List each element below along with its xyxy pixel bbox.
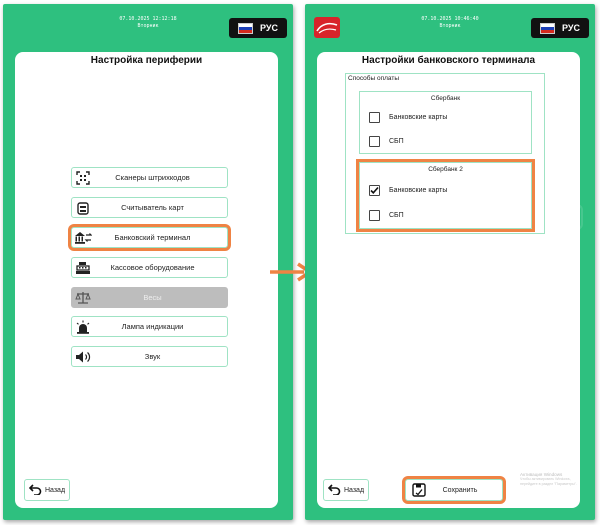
save-button[interactable]: Сохранить <box>405 479 503 501</box>
sbp-checkbox[interactable] <box>369 136 380 147</box>
payment-methods-group: Способы оплаты Сбербанк Банковские карты… <box>345 73 545 234</box>
menu-item-card-reader[interactable]: Считыватель карт <box>71 197 228 218</box>
bank-cards-checkbox[interactable] <box>369 112 380 123</box>
language-label: РУС <box>260 23 278 33</box>
option-row[interactable]: Банковские карты <box>369 185 447 196</box>
page-title: Настройка периферии <box>90 55 203 66</box>
windows-activation-watermark: Активация Windows Чтобы активировать Win… <box>520 472 580 487</box>
cash-register-icon <box>72 258 94 277</box>
menu-item-sound[interactable]: Звук <box>71 346 228 367</box>
bank-cards-checkbox[interactable] <box>369 185 380 196</box>
option-label: СБП <box>389 138 404 145</box>
russian-flag-icon <box>540 22 555 34</box>
barcode-scanner-icon <box>72 168 94 187</box>
scales-icon <box>72 288 94 307</box>
menu-item-barcode-scanners[interactable]: Сканеры штрихкодов <box>71 167 228 188</box>
sberbank-group: Сбербанк Банковские карты СБП <box>359 91 532 154</box>
settings-panel: Настройка периферии Сканеры штрихкодов С… <box>15 52 278 508</box>
option-label: Банковские карты <box>389 187 448 194</box>
language-button[interactable]: РУС <box>531 18 589 38</box>
sbp-checkbox[interactable] <box>369 210 380 221</box>
back-button[interactable]: Назад <box>24 479 70 501</box>
menu-item-label: Сканеры штрихкодов <box>115 173 190 182</box>
option-row[interactable]: СБП <box>369 210 404 221</box>
menu-item-scales[interactable]: Весы <box>71 287 228 308</box>
menu-item-label: Лампа индикации <box>121 322 184 331</box>
save-button-label: Сохранить <box>442 486 478 494</box>
sberbank-group-title: Сбербанк <box>430 95 461 102</box>
back-button-label: Назад <box>44 486 66 494</box>
language-button[interactable]: РУС <box>229 18 287 38</box>
card-reader-icon <box>72 198 94 217</box>
watermark-text: Чтобы активировать Windows, перейдите в … <box>520 477 577 486</box>
menu-item-indicator-lamp[interactable]: Лампа индикации <box>71 316 228 337</box>
payment-methods-label: Способы оплаты <box>348 75 400 82</box>
sberbank-2-group-title: Сбербанк 2 <box>428 166 463 173</box>
speaker-icon <box>72 347 94 366</box>
menu-item-bank-terminal[interactable]: Банковский терминал <box>71 227 228 248</box>
menu-item-label: Банковский терминал <box>114 233 191 242</box>
russian-flag-icon <box>238 22 253 34</box>
page-title: Настройки банковского терминала <box>361 55 536 66</box>
menu-item-label: Весы <box>143 293 162 302</box>
back-arrow-icon <box>28 483 42 497</box>
option-label: Банковские карты <box>389 114 448 121</box>
menu-item-label: Считыватель карт <box>121 203 184 212</box>
checkmark-icon <box>370 186 379 194</box>
back-button[interactable]: Назад <box>323 479 369 501</box>
indicator-lamp-icon <box>72 317 94 336</box>
bank-terminal-icon <box>72 228 94 247</box>
language-label: РУС <box>562 23 580 33</box>
back-button-label: Назад <box>343 486 365 494</box>
bank-terminal-settings-screen: 07.10.2025 10:46:40 Вторник РУС Настройк… <box>305 4 595 520</box>
option-row[interactable]: Банковские карты <box>369 112 447 123</box>
option-row[interactable]: СБП <box>369 136 404 147</box>
back-arrow-icon <box>327 483 341 497</box>
peripheral-settings-screen: 07.10.2025 12:12:18 Вторник РУС Настройк… <box>3 4 293 520</box>
settings-panel: Настройки банковского терминала Способы … <box>317 52 580 508</box>
option-label: СБП <box>389 212 404 219</box>
menu-item-label: Кассовое оборудование <box>110 263 195 272</box>
save-icon <box>406 483 432 497</box>
sberbank-2-group: Сбербанк 2 Банковские карты СБП <box>359 162 532 229</box>
menu-item-label: Звук <box>144 352 161 361</box>
menu-item-cash-equipment[interactable]: Кассовое оборудование <box>71 257 228 278</box>
